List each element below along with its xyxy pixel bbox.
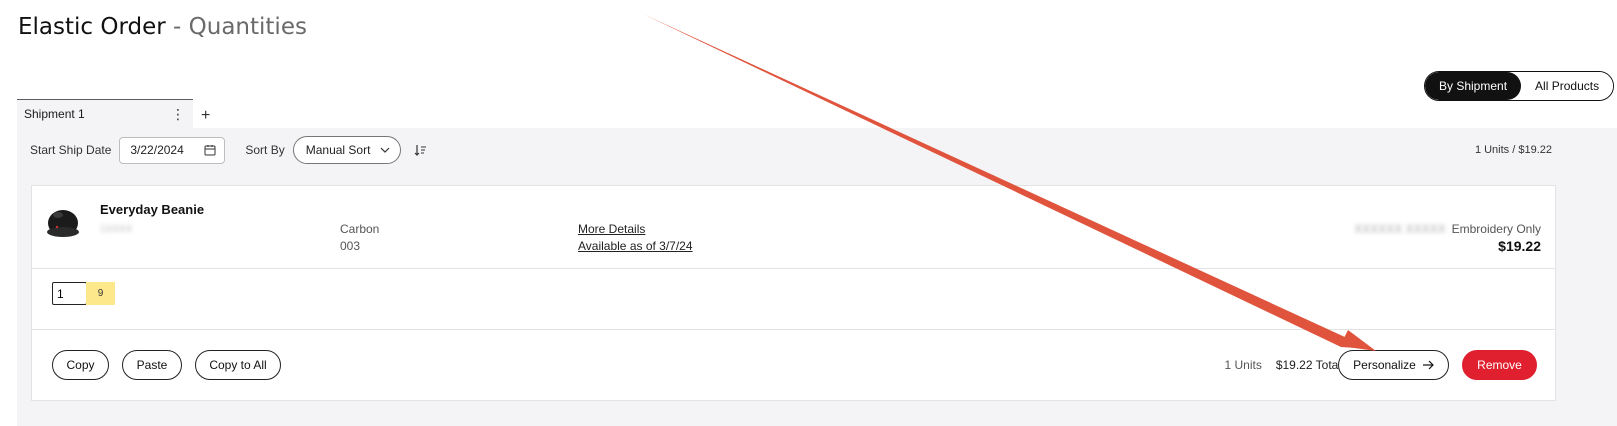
page-title: Elastic Order - Quantities <box>18 14 307 40</box>
product-name: Everyday Beanie <box>100 202 205 217</box>
color-code: 003 <box>340 239 361 253</box>
copy-to-all-button[interactable]: Copy to All <box>195 350 281 380</box>
more-details-link[interactable]: More Details <box>578 222 645 236</box>
remove-button[interactable]: Remove <box>1462 350 1537 380</box>
start-ship-date-input[interactable] <box>130 143 201 157</box>
view-by-shipment-button[interactable]: By Shipment <box>1425 72 1522 100</box>
start-ship-date-label: Start Ship Date <box>30 143 112 157</box>
product-sku: 1XXXX <box>100 224 133 235</box>
color-name: Carbon <box>340 222 380 236</box>
shipment-panel: Start Ship Date Sort By Manual Sort <box>17 128 1617 426</box>
chevron-down-icon <box>380 147 390 153</box>
sort-by-label: Sort By <box>245 143 285 157</box>
start-ship-date-field[interactable] <box>119 136 226 164</box>
available-quantity-badge: 9 <box>86 282 115 305</box>
shipment-toolbar: Start Ship Date Sort By Manual Sort <box>30 136 428 164</box>
product-card: Everyday Beanie 1XXXX Carbon 003 More De… <box>31 185 1556 401</box>
card-totals: 1 Units $19.22 Total <box>1224 358 1341 372</box>
kebab-icon[interactable]: ⋮ <box>171 106 185 123</box>
sort-direction-icon[interactable] <box>414 143 428 157</box>
view-all-products-button[interactable]: All Products <box>1521 72 1614 100</box>
total-price: $19.22 Total <box>1275 358 1341 372</box>
decoration-type: Embroidery Only <box>1451 222 1541 236</box>
arrow-right-icon <box>1422 360 1434 370</box>
paste-button[interactable]: Paste <box>122 350 182 380</box>
sort-by-value: Manual Sort <box>305 143 371 157</box>
card-actions: Copy Paste Copy to All 1 Units $19.22 To… <box>32 330 1555 402</box>
personalize-label: Personalize <box>1353 358 1416 372</box>
shipment-tabs: Shipment 1 ⋮ + <box>17 99 210 128</box>
view-toggle: By Shipment All Products <box>1424 71 1615 101</box>
quantity-row: 9 <box>32 269 1555 330</box>
page-title-main: Elastic Order <box>18 14 166 40</box>
tab-shipment-1[interactable]: Shipment 1 ⋮ <box>17 99 193 128</box>
decoration-code: XXXXXX XXXXX <box>1354 222 1446 236</box>
calendar-icon[interactable] <box>204 144 216 156</box>
tab-label: Shipment 1 <box>24 107 85 121</box>
copy-button[interactable]: Copy <box>52 350 109 380</box>
product-thumbnail <box>47 210 79 237</box>
product-card-header: Everyday Beanie 1XXXX Carbon 003 More De… <box>32 186 1555 269</box>
page-title-sub: - Quantities <box>173 14 307 40</box>
product-price: $19.22 <box>1498 238 1541 254</box>
availability-link[interactable]: Available as of 3/7/24 <box>578 239 693 253</box>
plus-icon[interactable]: + <box>201 108 210 128</box>
sort-by-select[interactable]: Manual Sort <box>292 136 401 164</box>
personalize-button[interactable]: Personalize <box>1338 350 1449 380</box>
quantity-input[interactable] <box>52 282 87 305</box>
decoration-info: XXXXXX XXXXX Embroidery Only <box>1354 222 1541 236</box>
units-count: 1 Units <box>1224 358 1262 372</box>
shipment-summary: 1 Units / $19.22 <box>1474 144 1552 156</box>
